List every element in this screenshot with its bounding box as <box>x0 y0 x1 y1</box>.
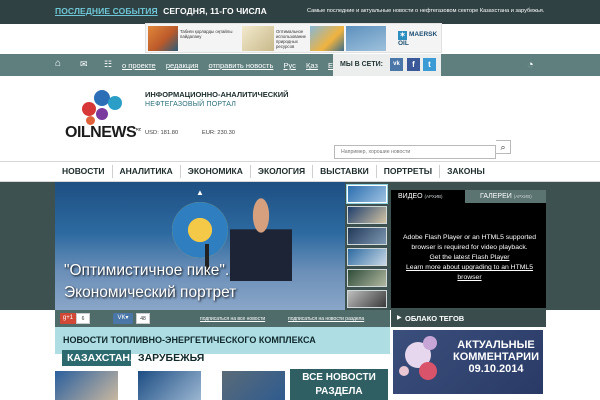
flash-message: Adobe Flash Player or an HTML5 supported… <box>396 233 543 283</box>
hero-thumb[interactable] <box>347 185 387 203</box>
tab-kazakhstan[interactable]: КАЗАХСТАНА <box>62 350 138 366</box>
tag-cloud-title: ОБЛАКО ТЕГОВ <box>405 314 465 323</box>
nav-news[interactable]: НОВОСТИ <box>55 165 113 178</box>
banner-photo-nature <box>242 26 274 51</box>
emblem-image <box>172 202 228 258</box>
maersk-logo: ✶ MAERSK OIL <box>398 31 442 47</box>
search-icon[interactable]: ⌕ <box>496 140 511 154</box>
banner-photo-platform <box>346 26 386 51</box>
search-box: ⌕ <box>334 140 511 159</box>
banner-photo-engineer <box>310 26 344 51</box>
news-thumb[interactable] <box>222 371 285 400</box>
hero-caption[interactable]: "Оптимистичное пике". Экономический порт… <box>64 260 344 304</box>
logo-graphic[interactable] <box>78 86 128 128</box>
editorial-link[interactable]: редакция <box>166 61 199 70</box>
tab-gallery-archive[interactable]: (АРХИВ) <box>514 194 532 199</box>
facebook-icon[interactable]: f <box>407 58 420 71</box>
news-thumb[interactable] <box>55 371 118 400</box>
social-label: МЫ В СЕТИ: <box>340 61 383 68</box>
hero-thumb[interactable] <box>347 248 387 266</box>
logo-subtitle-2: НЕФТЕГАЗОВЫЙ ПОРТАЛ <box>145 101 237 108</box>
tag-cloud-header: ▶ ОБЛАКО ТЕГОВ <box>391 310 546 327</box>
tab-video[interactable]: ВИДЕО (АРХИВ) <box>391 190 465 203</box>
latest-events-link[interactable]: ПОСЛЕДНИЕ СОБЫТИЯ <box>55 6 158 16</box>
send-news-link[interactable]: отправить новость <box>208 61 273 70</box>
gplus-count: 6 <box>76 313 90 324</box>
vk-icon[interactable]: vk <box>390 58 403 71</box>
top-tagline: Самые последние и актуальные новости о н… <box>307 8 545 14</box>
logo-subtitle-1: ИНФОРМАЦИОННО-АНАЛИТИЧЕСКИЙ <box>145 90 289 99</box>
nav-analytics[interactable]: АНАЛИТИКА <box>113 165 181 178</box>
main-nav: НОВОСТИ АНАЛИТИКА ЭКОНОМИКА ЭКОЛОГИЯ ВЫС… <box>0 161 600 182</box>
vk-count: 48 <box>136 313 150 324</box>
top-bar-left: ПОСЛЕДНИЕ СОБЫТИЯ СЕГОДНЯ, 11-ГО ЧИСЛА <box>55 6 267 16</box>
eur-rate: EUR: 230.30 <box>201 130 236 136</box>
nav-exhibitions[interactable]: ВЫСТАВКИ <box>313 165 377 178</box>
flash-required-text: Adobe Flash Player or an HTML5 supported… <box>403 234 536 251</box>
vk-share-button[interactable]: VK▾ <box>113 313 133 324</box>
share-bar: g+1 6 VK▾ 48 подписаться на все новости … <box>55 310 390 327</box>
utility-bar: ⌂ ✉ ☷ о проекте редакция отправить новос… <box>0 54 600 76</box>
hero-thumb[interactable] <box>347 269 387 287</box>
utility-links: о проекте редакция отправить новость Рус… <box>122 61 349 70</box>
all-section-news-button[interactable]: ВСЕ НОВОСТИ РАЗДЕЛА <box>290 369 388 400</box>
tab-gallery[interactable]: ГАЛЕРЕИ (АРХИВ) <box>471 190 532 203</box>
search-input[interactable] <box>334 145 496 159</box>
video-tabs: ВИДЕО (АРХИВ) ГАЛЕРЕИ (АРХИВ) <box>391 190 546 203</box>
vk-share-label: VK <box>117 315 126 321</box>
social-box: МЫ В СЕТИ: vk f t <box>333 54 441 76</box>
tab-video-archive[interactable]: (АРХИВ) <box>425 194 443 199</box>
triangle-right-icon: ▶ <box>397 315 402 321</box>
banner-text-kz: Табиғи қорларды оңтайлы пайдалану <box>180 29 233 39</box>
gplus-button[interactable]: g+1 <box>60 313 76 324</box>
hero-thumb[interactable] <box>347 227 387 245</box>
banner-text-ru: Оптимальное использование природных ресу… <box>276 29 307 49</box>
nav-ecology[interactable]: ЭКОЛОГИЯ <box>251 165 314 178</box>
hero-thumbnails <box>347 183 389 309</box>
hero-thumb[interactable] <box>347 206 387 224</box>
subscribe-section-link[interactable]: подписаться на новости раздела <box>288 316 364 322</box>
hero-slider[interactable]: ▲ "Оптимистичное пике". Экономический по… <box>55 182 345 310</box>
tab-video-label: ВИДЕО <box>398 193 423 200</box>
usd-rate: USD: 181.80 <box>145 130 179 136</box>
tab-gallery-label: ГАЛЕРЕИ <box>480 193 512 200</box>
top-bar: ПОСЛЕДНИЕ СОБЫТИЯ СЕГОДНЯ, 11-ГО ЧИСЛА С… <box>0 0 600 24</box>
today-date: СЕГОДНЯ, 11-ГО ЧИСЛА <box>163 6 267 16</box>
get-flash-link[interactable]: Get the latest Flash Player <box>396 253 543 263</box>
promo-text: АКТУАЛЬНЫЕ КОММЕНТАРИИ 09.10.2014 <box>453 339 539 375</box>
site-logo[interactable]: OILNEWSKZ <box>65 124 141 142</box>
banner-photo-workers <box>148 26 178 51</box>
news-thumb[interactable] <box>138 371 201 400</box>
about-link[interactable]: о проекте <box>122 61 156 70</box>
nav-portraits[interactable]: ПОРТРЕТЫ <box>377 165 441 178</box>
video-widget: ВИДЕО (АРХИВ) ГАЛЕРЕИ (АРХИВ) Adobe Flas… <box>391 190 546 308</box>
upgrade-html5-link[interactable]: Learn more about upgrading to an HTML5 b… <box>396 263 543 283</box>
logo-sup: KZ <box>136 126 141 132</box>
home-icon[interactable]: ⌂ <box>55 59 61 69</box>
twitter-icon[interactable]: t <box>423 58 436 71</box>
sitemap-icon[interactable]: ☷ <box>104 59 112 69</box>
nav-economy[interactable]: ЭКОНОМИКА <box>181 165 251 178</box>
logo-name: OILNEWS <box>65 124 137 141</box>
lang-kz-link[interactable]: Қаз <box>306 61 318 70</box>
lang-ru-link[interactable]: Рус <box>283 61 295 70</box>
nav-laws[interactable]: ЗАКОНЫ <box>440 165 492 178</box>
comments-promo-banner[interactable]: АКТУАЛЬНЫЕ КОММЕНТАРИИ 09.10.2014 <box>393 330 543 394</box>
mail-icon[interactable]: ✉ <box>80 59 88 69</box>
star-icon: ✶ <box>398 31 407 40</box>
subscribe-all-link[interactable]: подписаться на все новости <box>200 316 265 322</box>
currency-rates: USD: 181.80 EUR: 230.30 <box>145 130 257 136</box>
section-title: НОВОСТИ ТОПЛИВНО-ЭНЕРГЕТИЧЕСКОГО КОМПЛЕК… <box>63 335 316 345</box>
rss-icon[interactable]: ◔ <box>527 59 539 71</box>
tab-abroad[interactable]: ЗАРУБЕЖЬЯ <box>138 350 204 366</box>
slider-up-arrow-icon[interactable]: ▲ <box>196 188 204 197</box>
hero-thumb[interactable] <box>347 290 387 308</box>
ad-banner[interactable]: Табиғи қорларды оңтайлы пайдалану Оптима… <box>145 23 442 53</box>
